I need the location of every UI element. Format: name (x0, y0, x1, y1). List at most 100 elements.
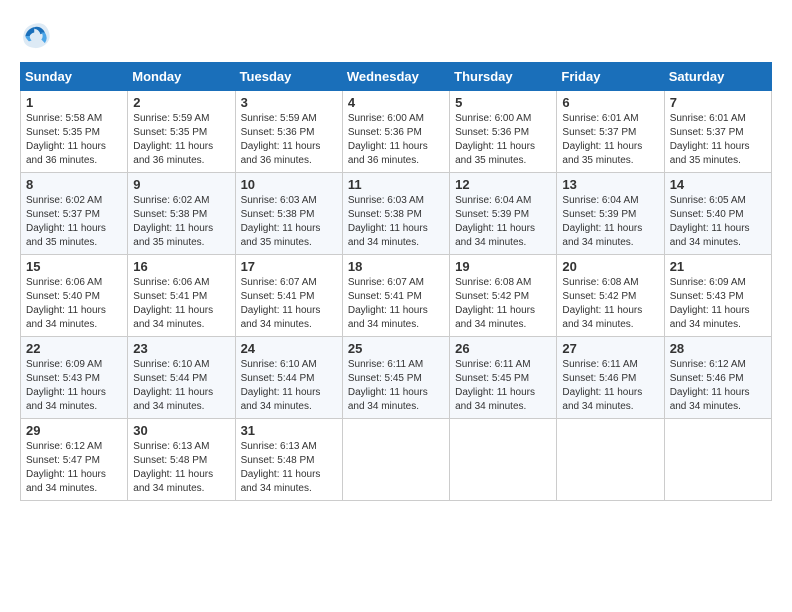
cell-info: Sunrise: 6:07 AMSunset: 5:41 PMDaylight:… (348, 277, 428, 330)
day-number: 10 (241, 177, 337, 192)
cell-info: Sunrise: 6:06 AMSunset: 5:41 PMDaylight:… (133, 277, 213, 330)
cell-info: Sunrise: 6:02 AMSunset: 5:37 PMDaylight:… (26, 195, 106, 248)
calendar: SundayMondayTuesdayWednesdayThursdayFrid… (20, 62, 772, 501)
cell-info: Sunrise: 6:00 AMSunset: 5:36 PMDaylight:… (348, 113, 428, 166)
calendar-cell: 13 Sunrise: 6:04 AMSunset: 5:39 PMDaylig… (557, 173, 664, 255)
day-number: 20 (562, 259, 658, 274)
day-number: 30 (133, 423, 229, 438)
cell-info: Sunrise: 6:08 AMSunset: 5:42 PMDaylight:… (562, 277, 642, 330)
column-header-wednesday: Wednesday (342, 63, 449, 91)
calendar-cell: 31 Sunrise: 6:13 AMSunset: 5:48 PMDaylig… (235, 419, 342, 501)
cell-info: Sunrise: 6:04 AMSunset: 5:39 PMDaylight:… (455, 195, 535, 248)
calendar-cell: 4 Sunrise: 6:00 AMSunset: 5:36 PMDayligh… (342, 91, 449, 173)
cell-info: Sunrise: 6:00 AMSunset: 5:36 PMDaylight:… (455, 113, 535, 166)
day-number: 24 (241, 341, 337, 356)
calendar-cell: 20 Sunrise: 6:08 AMSunset: 5:42 PMDaylig… (557, 255, 664, 337)
cell-info: Sunrise: 6:05 AMSunset: 5:40 PMDaylight:… (670, 195, 750, 248)
day-number: 2 (133, 95, 229, 110)
day-number: 13 (562, 177, 658, 192)
day-number: 15 (26, 259, 122, 274)
day-number: 9 (133, 177, 229, 192)
calendar-cell: 29 Sunrise: 6:12 AMSunset: 5:47 PMDaylig… (21, 419, 128, 501)
calendar-cell: 12 Sunrise: 6:04 AMSunset: 5:39 PMDaylig… (450, 173, 557, 255)
column-header-saturday: Saturday (664, 63, 771, 91)
column-header-thursday: Thursday (450, 63, 557, 91)
calendar-cell: 21 Sunrise: 6:09 AMSunset: 5:43 PMDaylig… (664, 255, 771, 337)
day-number: 6 (562, 95, 658, 110)
calendar-cell: 6 Sunrise: 6:01 AMSunset: 5:37 PMDayligh… (557, 91, 664, 173)
column-header-monday: Monday (128, 63, 235, 91)
day-number: 8 (26, 177, 122, 192)
calendar-cell: 10 Sunrise: 6:03 AMSunset: 5:38 PMDaylig… (235, 173, 342, 255)
cell-info: Sunrise: 6:11 AMSunset: 5:45 PMDaylight:… (348, 359, 428, 412)
calendar-cell (342, 419, 449, 501)
cell-info: Sunrise: 6:03 AMSunset: 5:38 PMDaylight:… (241, 195, 321, 248)
day-number: 25 (348, 341, 444, 356)
calendar-cell: 25 Sunrise: 6:11 AMSunset: 5:45 PMDaylig… (342, 337, 449, 419)
cell-info: Sunrise: 6:02 AMSunset: 5:38 PMDaylight:… (133, 195, 213, 248)
calendar-cell: 30 Sunrise: 6:13 AMSunset: 5:48 PMDaylig… (128, 419, 235, 501)
calendar-cell (664, 419, 771, 501)
day-number: 18 (348, 259, 444, 274)
calendar-cell: 14 Sunrise: 6:05 AMSunset: 5:40 PMDaylig… (664, 173, 771, 255)
day-number: 16 (133, 259, 229, 274)
cell-info: Sunrise: 6:11 AMSunset: 5:46 PMDaylight:… (562, 359, 642, 412)
day-number: 14 (670, 177, 766, 192)
day-number: 21 (670, 259, 766, 274)
calendar-cell: 5 Sunrise: 6:00 AMSunset: 5:36 PMDayligh… (450, 91, 557, 173)
day-number: 4 (348, 95, 444, 110)
day-number: 22 (26, 341, 122, 356)
cell-info: Sunrise: 6:01 AMSunset: 5:37 PMDaylight:… (670, 113, 750, 166)
logo (20, 20, 56, 52)
day-number: 12 (455, 177, 551, 192)
day-number: 29 (26, 423, 122, 438)
day-number: 26 (455, 341, 551, 356)
cell-info: Sunrise: 6:03 AMSunset: 5:38 PMDaylight:… (348, 195, 428, 248)
day-number: 28 (670, 341, 766, 356)
day-number: 5 (455, 95, 551, 110)
cell-info: Sunrise: 5:59 AMSunset: 5:35 PMDaylight:… (133, 113, 213, 166)
cell-info: Sunrise: 6:13 AMSunset: 5:48 PMDaylight:… (241, 441, 321, 494)
cell-info: Sunrise: 6:12 AMSunset: 5:47 PMDaylight:… (26, 441, 106, 494)
cell-info: Sunrise: 6:10 AMSunset: 5:44 PMDaylight:… (241, 359, 321, 412)
calendar-cell: 23 Sunrise: 6:10 AMSunset: 5:44 PMDaylig… (128, 337, 235, 419)
cell-info: Sunrise: 6:01 AMSunset: 5:37 PMDaylight:… (562, 113, 642, 166)
cell-info: Sunrise: 6:07 AMSunset: 5:41 PMDaylight:… (241, 277, 321, 330)
cell-info: Sunrise: 6:08 AMSunset: 5:42 PMDaylight:… (455, 277, 535, 330)
calendar-cell: 26 Sunrise: 6:11 AMSunset: 5:45 PMDaylig… (450, 337, 557, 419)
column-header-tuesday: Tuesday (235, 63, 342, 91)
day-number: 27 (562, 341, 658, 356)
cell-info: Sunrise: 6:09 AMSunset: 5:43 PMDaylight:… (26, 359, 106, 412)
calendar-cell: 8 Sunrise: 6:02 AMSunset: 5:37 PMDayligh… (21, 173, 128, 255)
day-number: 11 (348, 177, 444, 192)
calendar-cell: 24 Sunrise: 6:10 AMSunset: 5:44 PMDaylig… (235, 337, 342, 419)
cell-info: Sunrise: 5:59 AMSunset: 5:36 PMDaylight:… (241, 113, 321, 166)
calendar-cell: 17 Sunrise: 6:07 AMSunset: 5:41 PMDaylig… (235, 255, 342, 337)
calendar-cell: 2 Sunrise: 5:59 AMSunset: 5:35 PMDayligh… (128, 91, 235, 173)
calendar-cell: 28 Sunrise: 6:12 AMSunset: 5:46 PMDaylig… (664, 337, 771, 419)
calendar-cell: 7 Sunrise: 6:01 AMSunset: 5:37 PMDayligh… (664, 91, 771, 173)
day-number: 31 (241, 423, 337, 438)
day-number: 1 (26, 95, 122, 110)
calendar-cell: 11 Sunrise: 6:03 AMSunset: 5:38 PMDaylig… (342, 173, 449, 255)
cell-info: Sunrise: 6:09 AMSunset: 5:43 PMDaylight:… (670, 277, 750, 330)
calendar-cell: 27 Sunrise: 6:11 AMSunset: 5:46 PMDaylig… (557, 337, 664, 419)
day-number: 3 (241, 95, 337, 110)
calendar-cell: 19 Sunrise: 6:08 AMSunset: 5:42 PMDaylig… (450, 255, 557, 337)
cell-info: Sunrise: 5:58 AMSunset: 5:35 PMDaylight:… (26, 113, 106, 166)
calendar-cell: 18 Sunrise: 6:07 AMSunset: 5:41 PMDaylig… (342, 255, 449, 337)
cell-info: Sunrise: 6:04 AMSunset: 5:39 PMDaylight:… (562, 195, 642, 248)
column-header-sunday: Sunday (21, 63, 128, 91)
day-number: 17 (241, 259, 337, 274)
calendar-cell (557, 419, 664, 501)
calendar-cell: 9 Sunrise: 6:02 AMSunset: 5:38 PMDayligh… (128, 173, 235, 255)
calendar-cell: 16 Sunrise: 6:06 AMSunset: 5:41 PMDaylig… (128, 255, 235, 337)
cell-info: Sunrise: 6:13 AMSunset: 5:48 PMDaylight:… (133, 441, 213, 494)
calendar-cell: 22 Sunrise: 6:09 AMSunset: 5:43 PMDaylig… (21, 337, 128, 419)
column-header-friday: Friday (557, 63, 664, 91)
calendar-cell: 15 Sunrise: 6:06 AMSunset: 5:40 PMDaylig… (21, 255, 128, 337)
day-number: 7 (670, 95, 766, 110)
day-number: 19 (455, 259, 551, 274)
day-number: 23 (133, 341, 229, 356)
calendar-cell: 1 Sunrise: 5:58 AMSunset: 5:35 PMDayligh… (21, 91, 128, 173)
